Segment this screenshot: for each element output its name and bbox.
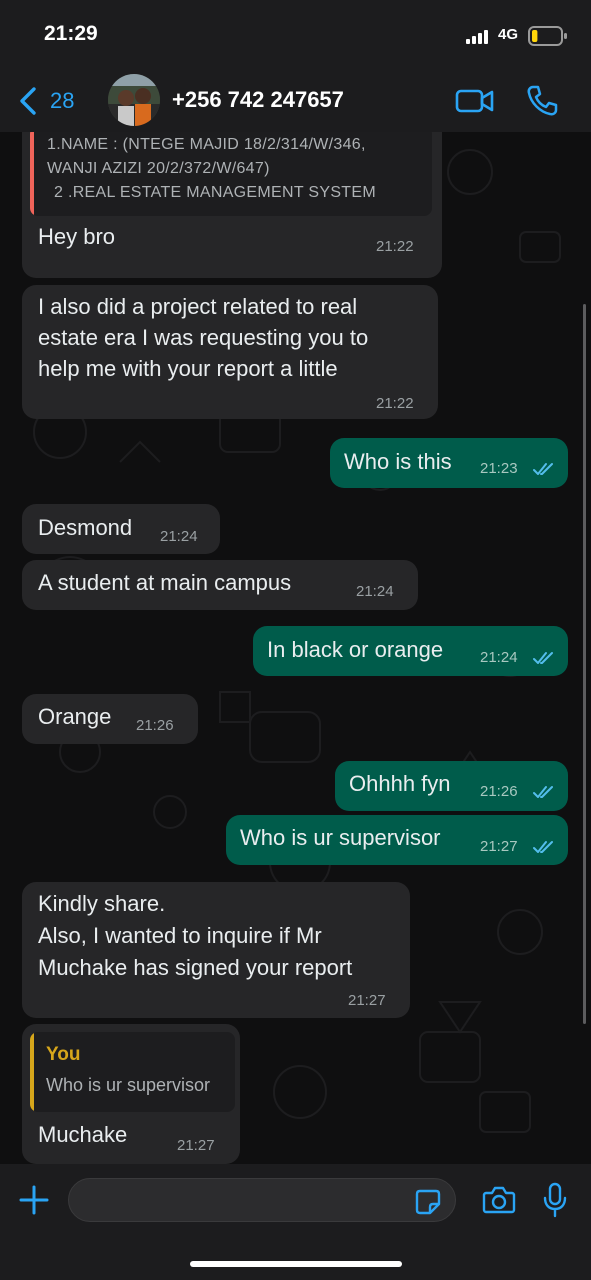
message-bubble-incoming[interactable]: You Who is ur supervisor Muchake 21:27: [22, 1024, 240, 1164]
message-time: 21:22: [376, 238, 414, 255]
message-bubble-incoming[interactable]: 1.NAME : (NTEGE MAJID 18/2/314/W/346, WA…: [22, 132, 442, 278]
message-time: 21:26: [136, 717, 174, 734]
message-text: In black or orange: [267, 637, 444, 662]
message-text-line: estate era I was requesting you to: [38, 325, 369, 350]
message-text: Orange: [38, 704, 112, 729]
quoted-message[interactable]: 1.NAME : (NTEGE MAJID 18/2/314/W/346, WA…: [30, 132, 432, 216]
microphone-icon[interactable]: [542, 1182, 568, 1218]
battery-icon: [528, 26, 567, 46]
message-bubble-incoming[interactable]: I also did a project related to real est…: [22, 285, 438, 419]
message-text: Ohhhh fyn: [349, 771, 451, 796]
message-bubble-incoming[interactable]: Desmond 21:24: [22, 504, 220, 554]
read-receipt-icon: [533, 786, 553, 798]
message-bubble-outgoing[interactable]: Ohhhh fyn 21:26: [335, 761, 568, 811]
quoted-author: You: [46, 1044, 81, 1065]
message-time: 21:27: [348, 992, 386, 1009]
message-text: Who is this: [344, 449, 452, 474]
scroll-indicator[interactable]: [583, 304, 586, 1024]
quoted-line: 1.NAME : (NTEGE MAJID 18/2/314/W/346,: [47, 136, 366, 153]
message-input[interactable]: [68, 1178, 456, 1222]
message-time: 21:27: [177, 1137, 215, 1154]
message-time: 21:24: [480, 649, 518, 666]
message-text: Who is ur supervisor: [240, 825, 441, 850]
contact-name[interactable]: +256 742 247657: [172, 87, 344, 113]
camera-icon[interactable]: [482, 1185, 516, 1215]
back-chevron-icon[interactable]: [16, 86, 40, 116]
message-text-line: I also did a project related to real: [38, 294, 358, 319]
message-bubble-outgoing[interactable]: Who is ur supervisor 21:27: [226, 815, 568, 865]
message-text-line: Also, I wanted to inquire if Mr: [38, 923, 322, 948]
signal-icon: [466, 30, 488, 44]
message-text: Hey bro: [38, 224, 116, 249]
message-bubble-outgoing[interactable]: Who is this 21:23: [330, 438, 568, 488]
read-receipt-icon: [533, 463, 553, 475]
sticker-icon[interactable]: [414, 1188, 442, 1216]
quoted-line: WANJI AZIZI 20/2/372/W/647): [47, 160, 270, 177]
message-time: 21:23: [480, 460, 518, 477]
read-receipt-icon: [533, 652, 553, 664]
quote-bar: [30, 1032, 34, 1112]
quote-bar: [30, 132, 34, 216]
message-bubble-outgoing[interactable]: In black or orange 21:24: [253, 626, 568, 676]
message-text-line: help me with your report a little: [38, 356, 338, 381]
message-text: Muchake: [38, 1122, 128, 1147]
message-time: 21:27: [480, 838, 518, 855]
message-text-line: Kindly share.: [38, 891, 166, 916]
message-bubble-incoming[interactable]: Kindly share. Also, I wanted to inquire …: [22, 882, 410, 1018]
message-time: 21:24: [356, 583, 394, 600]
plus-icon[interactable]: [18, 1184, 50, 1216]
message-time: 21:26: [480, 783, 518, 800]
unread-count[interactable]: 28: [50, 88, 74, 114]
message-bubble-incoming[interactable]: Orange 21:26: [22, 694, 198, 744]
chat-header: 28 +256 742 247657: [0, 72, 591, 132]
read-receipt-icon: [533, 841, 553, 853]
contact-avatar[interactable]: [108, 74, 160, 126]
quoted-text: Who is ur supervisor: [46, 1075, 211, 1095]
quoted-line: 2 .REAL ESTATE MANAGEMENT SYSTEM: [54, 184, 376, 201]
message-bubble-incoming[interactable]: A student at main campus 21:24: [22, 560, 418, 610]
message-text: A student at main campus: [38, 570, 292, 595]
message-text: Desmond: [38, 515, 133, 540]
composer-bar: [0, 1164, 591, 1280]
phone-call-icon[interactable]: [525, 84, 559, 118]
status-bar: 21:29 4G: [0, 0, 591, 72]
message-time: 21:24: [160, 528, 198, 545]
quoted-message[interactable]: You Who is ur supervisor: [30, 1032, 235, 1112]
message-text-line: Muchake has signed your report: [38, 955, 353, 980]
home-indicator: [190, 1261, 402, 1267]
network-type: 4G: [498, 26, 519, 43]
message-time: 21:22: [376, 395, 414, 412]
chat-messages[interactable]: 1.NAME : (NTEGE MAJID 18/2/314/W/346, WA…: [0, 132, 591, 1164]
video-call-icon[interactable]: [455, 86, 495, 116]
status-time: 21:29: [44, 22, 98, 45]
